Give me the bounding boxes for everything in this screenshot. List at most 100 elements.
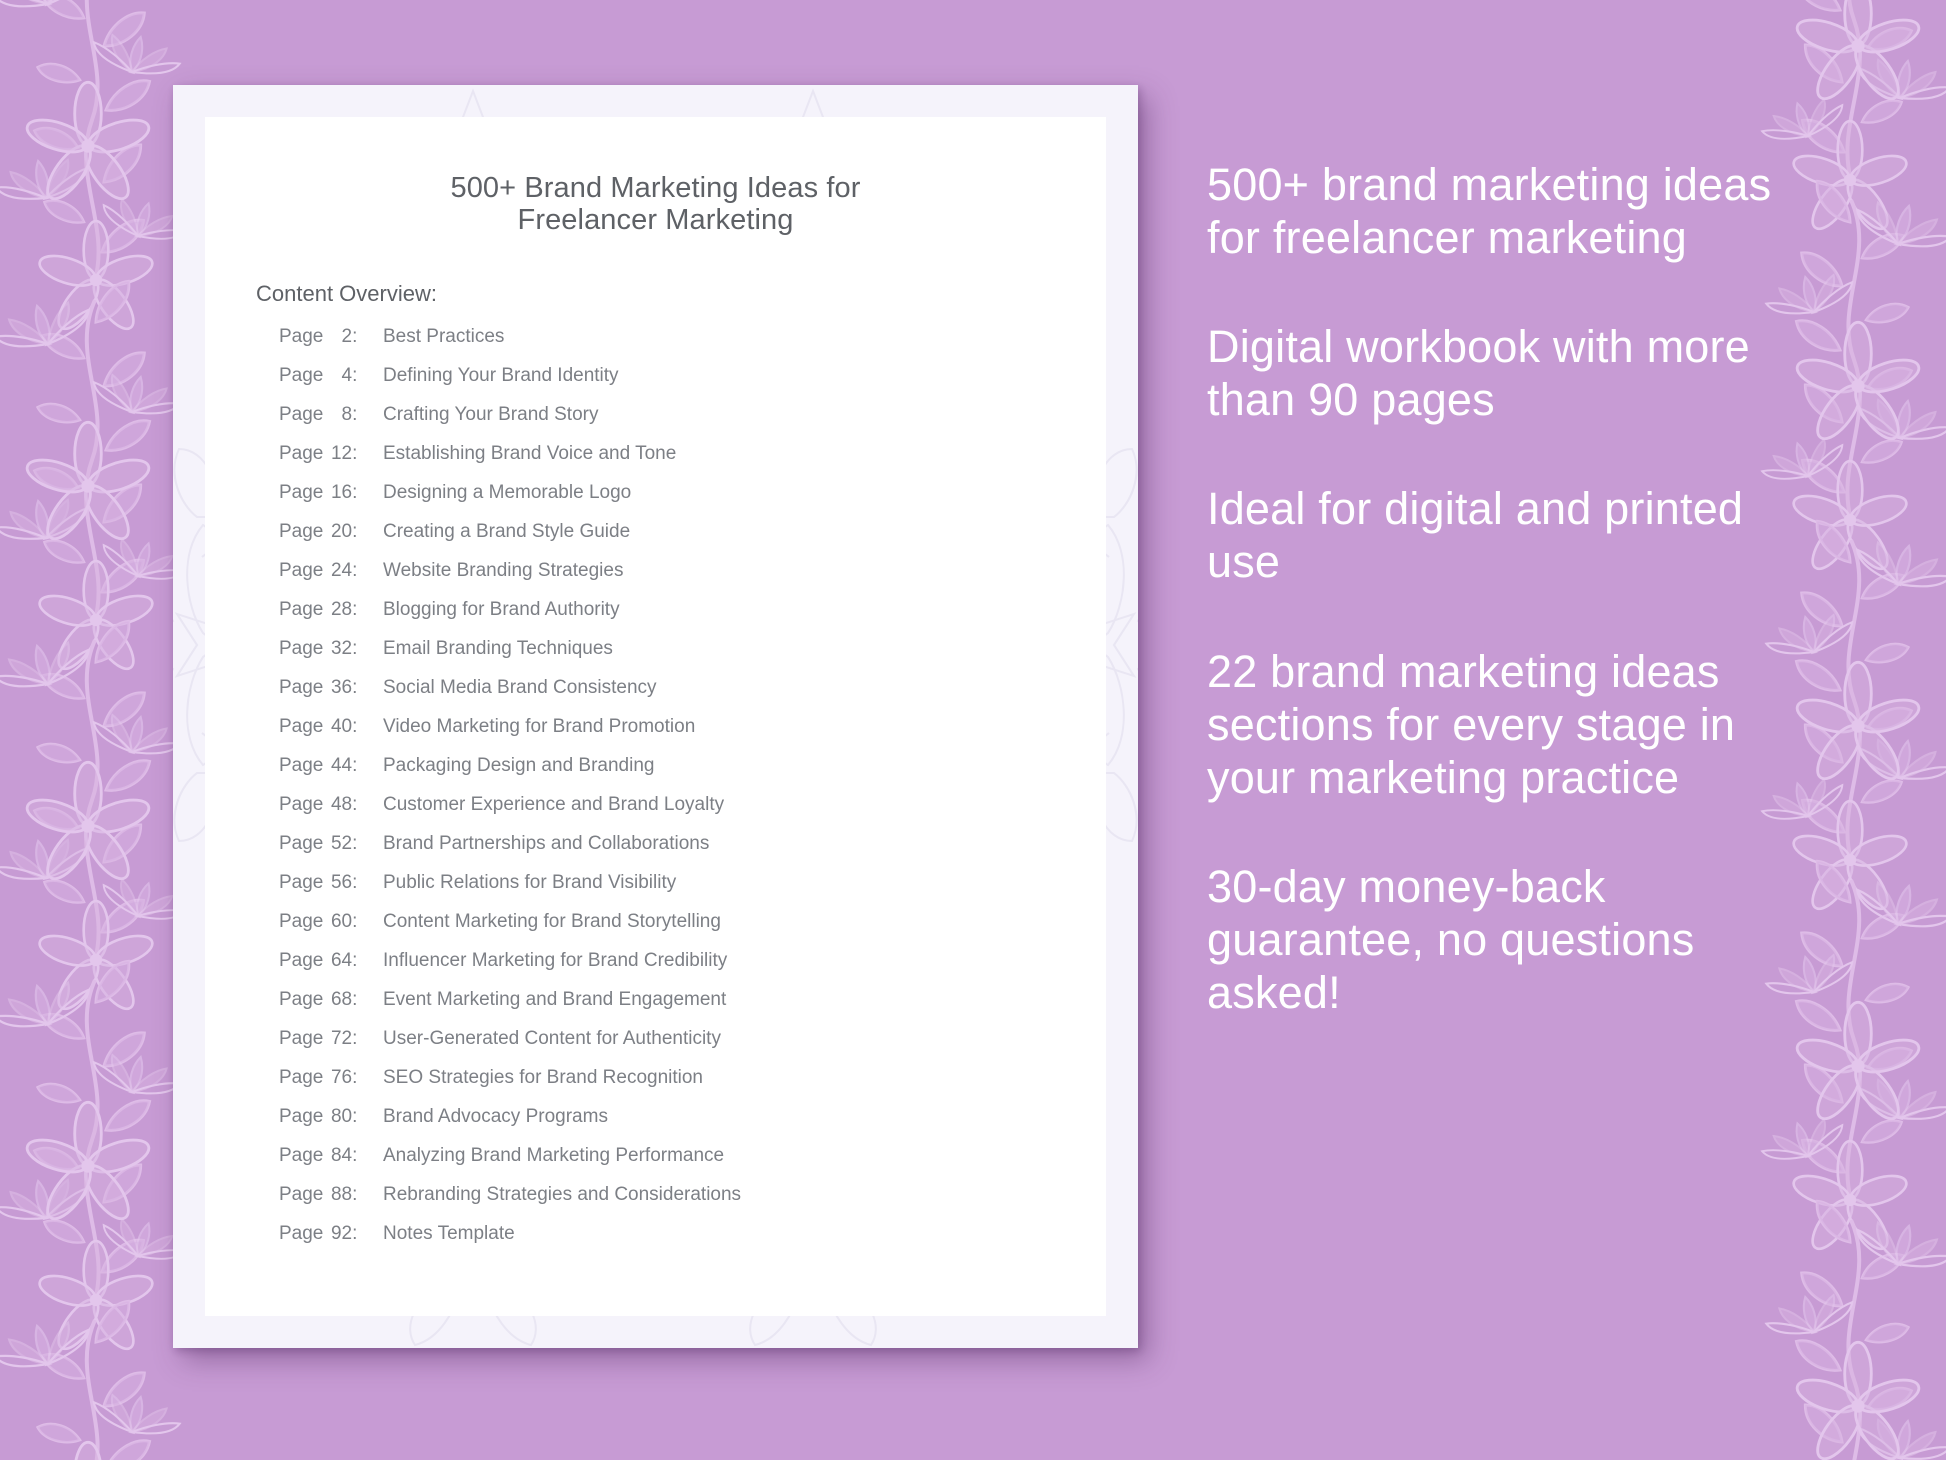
toc-entry-page: Page 16:: [279, 482, 375, 504]
toc-page-word: Page: [279, 442, 324, 464]
toc-page-number: 80:: [330, 1105, 358, 1127]
toc-entry: Page 48: Customer Experience and Brand Loy…: [279, 794, 1106, 833]
marketing-copy-block: 30-day money-back guarantee, no question…: [1207, 860, 1695, 1019]
toc-entry-page: Page 36:: [279, 677, 375, 699]
toc-page-word: Page: [279, 325, 324, 347]
toc-entry-page: Page 28:: [279, 599, 375, 621]
marketing-copy-block: Ideal for digital and printed use: [1207, 483, 1744, 588]
content-overview-label: Content Overview:: [256, 280, 437, 306]
toc-entry-title: Event Marketing and Brand Engagement: [383, 988, 727, 1010]
toc-entry-title: Designing a Memorable Logo: [383, 481, 632, 503]
toc-entry: Page 80: Brand Advocacy Programs: [279, 1106, 1106, 1145]
toc-page-word: Page: [279, 364, 324, 386]
toc-entry: Page 24: Website Branding Strategies: [279, 560, 1106, 599]
toc-entry: Page 2: Best Practices: [279, 326, 1106, 365]
toc-entry: Page 52: Brand Partnerships and Collaborat…: [279, 833, 1106, 872]
toc-entry: Page 40: Video Marketing for Brand Promoti…: [279, 716, 1106, 755]
toc-entry: Page 12: Establishing Brand Voice and Tone: [279, 443, 1106, 482]
left-floral-border: [0, 0, 190, 1460]
toc-page-number: 24:: [330, 559, 358, 581]
toc-entry-page: Page 64:: [279, 950, 375, 972]
page-title-line-1: 500+ Brand Marketing Ideas for: [450, 172, 861, 204]
marketing-copy-block: Digital workbook with more than 90 pages: [1207, 321, 1750, 426]
toc-entry-page: Page 24:: [279, 560, 375, 582]
toc-entry-page: Page 52:: [279, 833, 375, 855]
toc-entry-page: Page 44:: [279, 755, 375, 777]
toc-page-word: Page: [279, 559, 324, 581]
toc-entry-title: Brand Partnerships and Collaborations: [383, 832, 710, 854]
marketing-copy-block: 22 brand marketing ideas sections for ev…: [1207, 645, 1736, 803]
document-preview[interactable]: 500+ Brand Marketing Ideas for Freelance…: [173, 85, 1138, 1348]
toc-page-word: Page: [279, 1105, 324, 1127]
toc-entry-page: Page 48:: [279, 794, 375, 816]
toc-entry-title: Defining Your Brand Identity: [383, 364, 619, 386]
toc-entry: Page 72: User-Generated Content for Authen…: [279, 1028, 1106, 1067]
toc-entry-title: Best Practices: [383, 325, 505, 347]
toc-page-word: Page: [279, 1066, 324, 1088]
toc-entry-title: Rebranding Strategies and Considerations: [383, 1183, 742, 1205]
toc-page-number: 40:: [330, 715, 358, 737]
toc-page-number: 76:: [330, 1066, 358, 1088]
toc-entry-page: Page 60:: [279, 911, 375, 933]
toc-entry-page: Page 4:: [279, 365, 375, 387]
toc-page-number: 68:: [330, 988, 358, 1010]
toc-page-word: Page: [279, 754, 324, 776]
toc-page-word: Page: [279, 637, 324, 659]
toc-entry-title: Social Media Brand Consistency: [383, 676, 657, 698]
toc-entry: Page 32: Email Branding Techniques: [279, 638, 1106, 677]
toc-page-word: Page: [279, 949, 324, 971]
toc-entry: Page 68: Event Marketing and Brand Engagem…: [279, 989, 1106, 1028]
toc-entry: Page 8: Crafting Your Brand Story: [279, 404, 1106, 443]
toc-entry-page: Page 40:: [279, 716, 375, 738]
toc-entry-title: Public Relations for Brand Visibility: [383, 871, 677, 893]
marketing-copy-block: 500+ brand marketing ideas for freelance…: [1207, 159, 1772, 264]
floral-vine-icon: [0, 0, 190, 1460]
toc-entry: Page 88: Rebranding Strategies and Conside…: [279, 1184, 1106, 1223]
toc-page-word: Page: [279, 403, 324, 425]
toc-entry-page: Page 80:: [279, 1106, 375, 1128]
toc-page-word: Page: [279, 793, 324, 815]
toc-entry: Page 28: Blogging for Brand Authority: [279, 599, 1106, 638]
toc-entry: Page 84: Analyzing Brand Marketing Perform…: [279, 1145, 1106, 1184]
page-title-line-2: Freelancer Marketing: [517, 204, 794, 237]
toc-page-number: 36:: [330, 676, 358, 698]
toc-page-word: Page: [279, 988, 324, 1010]
toc-page-word: Page: [279, 1027, 324, 1049]
toc-page-word: Page: [279, 1183, 324, 1205]
toc-entry-title: Website Branding Strategies: [383, 559, 624, 581]
toc-entry-title: Email Branding Techniques: [383, 637, 613, 659]
toc-entry: Page 16: Designing a Memorable Logo: [279, 482, 1106, 521]
toc-entry-page: Page 76:: [279, 1067, 375, 1089]
toc-page-word: Page: [279, 481, 324, 503]
toc-page-word: Page: [279, 910, 324, 932]
toc-entry: Page 56: Public Relations for Brand Visibi…: [279, 872, 1106, 911]
toc-entry-title: Notes Template: [383, 1222, 515, 1244]
document-page: 500+ Brand Marketing Ideas for Freelance…: [205, 117, 1106, 1316]
toc-page-word: Page: [279, 1144, 324, 1166]
toc-page-number: 32:: [330, 637, 358, 659]
toc-entry-page: Page 56:: [279, 872, 375, 894]
toc-page-word: Page: [279, 871, 324, 893]
toc-entry-title: Blogging for Brand Authority: [383, 598, 620, 620]
toc-page-number: 8:: [341, 403, 358, 425]
toc-page-number: 92:: [330, 1222, 358, 1244]
toc-entry: Page 76: SEO Strategies for Brand Recognit…: [279, 1067, 1106, 1106]
toc-entry-page: Page 20:: [279, 521, 375, 543]
toc-page-number: 88:: [330, 1183, 358, 1205]
toc-entry-title: Content Marketing for Brand Storytelling: [383, 910, 721, 932]
toc-entry-page: Page 84:: [279, 1145, 375, 1167]
toc-entry-title: Crafting Your Brand Story: [383, 403, 599, 425]
toc-page-number: 48:: [330, 793, 358, 815]
toc-entry: Page 44: Packaging Design and Branding: [279, 755, 1106, 794]
toc-entry-title: Brand Advocacy Programs: [383, 1105, 608, 1127]
toc-entry-title: Establishing Brand Voice and Tone: [383, 442, 677, 464]
toc-page-word: Page: [279, 715, 324, 737]
toc-page-number: 56:: [330, 871, 358, 893]
toc-entry-title: Packaging Design and Branding: [383, 754, 655, 776]
toc-page-number: 72:: [330, 1027, 358, 1049]
toc-page-number: 20:: [330, 520, 358, 542]
toc-entry: Page 60: Content Marketing for Brand Story…: [279, 911, 1106, 950]
toc-page-number: 84:: [330, 1144, 358, 1166]
toc-page-word: Page: [279, 520, 324, 542]
toc-page-number: 64:: [330, 949, 358, 971]
